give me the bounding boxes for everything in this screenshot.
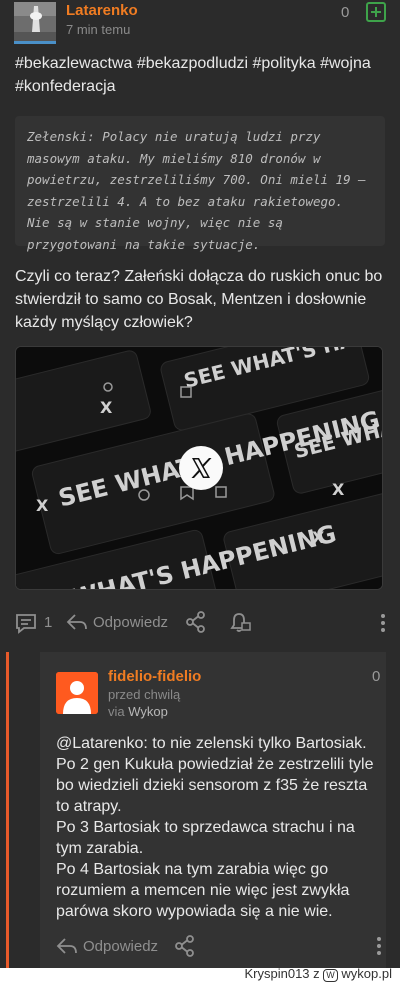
- vote-count: 0: [341, 4, 350, 21]
- reply-icon[interactable]: [66, 612, 88, 632]
- svg-text:X: X: [312, 528, 325, 547]
- post-quote: Zełenski: Polacy nie uratują ludzi przy …: [15, 116, 385, 252]
- reply-author-avatar[interactable]: [56, 672, 98, 714]
- reply-mention[interactable]: @Latarenko: [56, 735, 143, 752]
- post-tags[interactable]: #bekazlewactwa #bekazpodludzi #polityka …: [15, 52, 387, 98]
- plus-vote-button[interactable]: [366, 2, 386, 22]
- post-body: Czyli co teraz? Załeński dołącza do rusk…: [15, 268, 383, 331]
- reply-author-name[interactable]: fidelio-fidelio: [108, 668, 201, 685]
- comment-count[interactable]: 1: [44, 614, 52, 631]
- plus-icon: [371, 7, 381, 17]
- svg-text:X: X: [332, 480, 345, 499]
- comments-icon[interactable]: [15, 612, 39, 634]
- x-logo-button[interactable]: [179, 446, 223, 490]
- default-avatar-icon: [56, 672, 98, 714]
- reply-thread-line: [6, 652, 9, 968]
- reply-timestamp: przed chwilą: [108, 687, 181, 702]
- reply-line-3: Po 3 Bartosiak to sprzedawca strachu i n…: [56, 819, 355, 857]
- reply-reply-icon[interactable]: [56, 936, 78, 956]
- reply-body: @Latarenko: to nie zelenski tylko Bartos…: [56, 733, 380, 922]
- wykop-logo-icon: W: [323, 969, 338, 982]
- reply-via: via Wykop: [108, 704, 168, 719]
- reply-line-4: Po 4 Bartosiak na tym zarabia więc go ro…: [56, 861, 350, 920]
- svg-text:X: X: [100, 398, 113, 417]
- reply-button[interactable]: Odpowiedz: [93, 614, 168, 631]
- post-actions: 1 Odpowiedz: [0, 608, 400, 638]
- notification-bell-icon[interactable]: [228, 611, 252, 633]
- svg-text:X: X: [36, 496, 49, 515]
- reply-vote-count: 0: [372, 668, 381, 685]
- author-avatar[interactable]: [14, 2, 56, 44]
- embed-x-media[interactable]: SEE WHAT'S HAPPENING SEE WHAT'S HAPPENIN…: [15, 346, 383, 590]
- reply-share-icon[interactable]: [174, 935, 196, 957]
- reply-comment: fidelio-fidelio przed chwilą via Wykop 0…: [0, 652, 400, 968]
- reply-line-2: Po 2 gen Kukuła powiedział że zestrzelil…: [56, 756, 374, 815]
- watermark-footer: Kryspin013 z W wykop.pl: [0, 966, 400, 983]
- reply-via-app[interactable]: Wykop: [128, 704, 168, 719]
- share-icon[interactable]: [185, 611, 207, 633]
- reply-reply-button[interactable]: Odpowiedz: [83, 938, 158, 955]
- post-header: Latarenko 7 min temu 0: [0, 0, 400, 46]
- more-options-icon[interactable]: [378, 612, 388, 634]
- author-name[interactable]: Latarenko: [66, 2, 138, 19]
- reply-line-1: : to nie zelenski tylko Bartosiak.: [143, 735, 367, 752]
- post-timestamp: 7 min temu: [66, 22, 131, 37]
- reply-more-options-icon[interactable]: [374, 935, 384, 957]
- reply-card: fidelio-fidelio przed chwilą via Wykop 0…: [40, 652, 386, 968]
- watermark-text: Kryspin013 z W wykop.pl: [244, 966, 392, 982]
- x-logo-icon: [191, 458, 212, 478]
